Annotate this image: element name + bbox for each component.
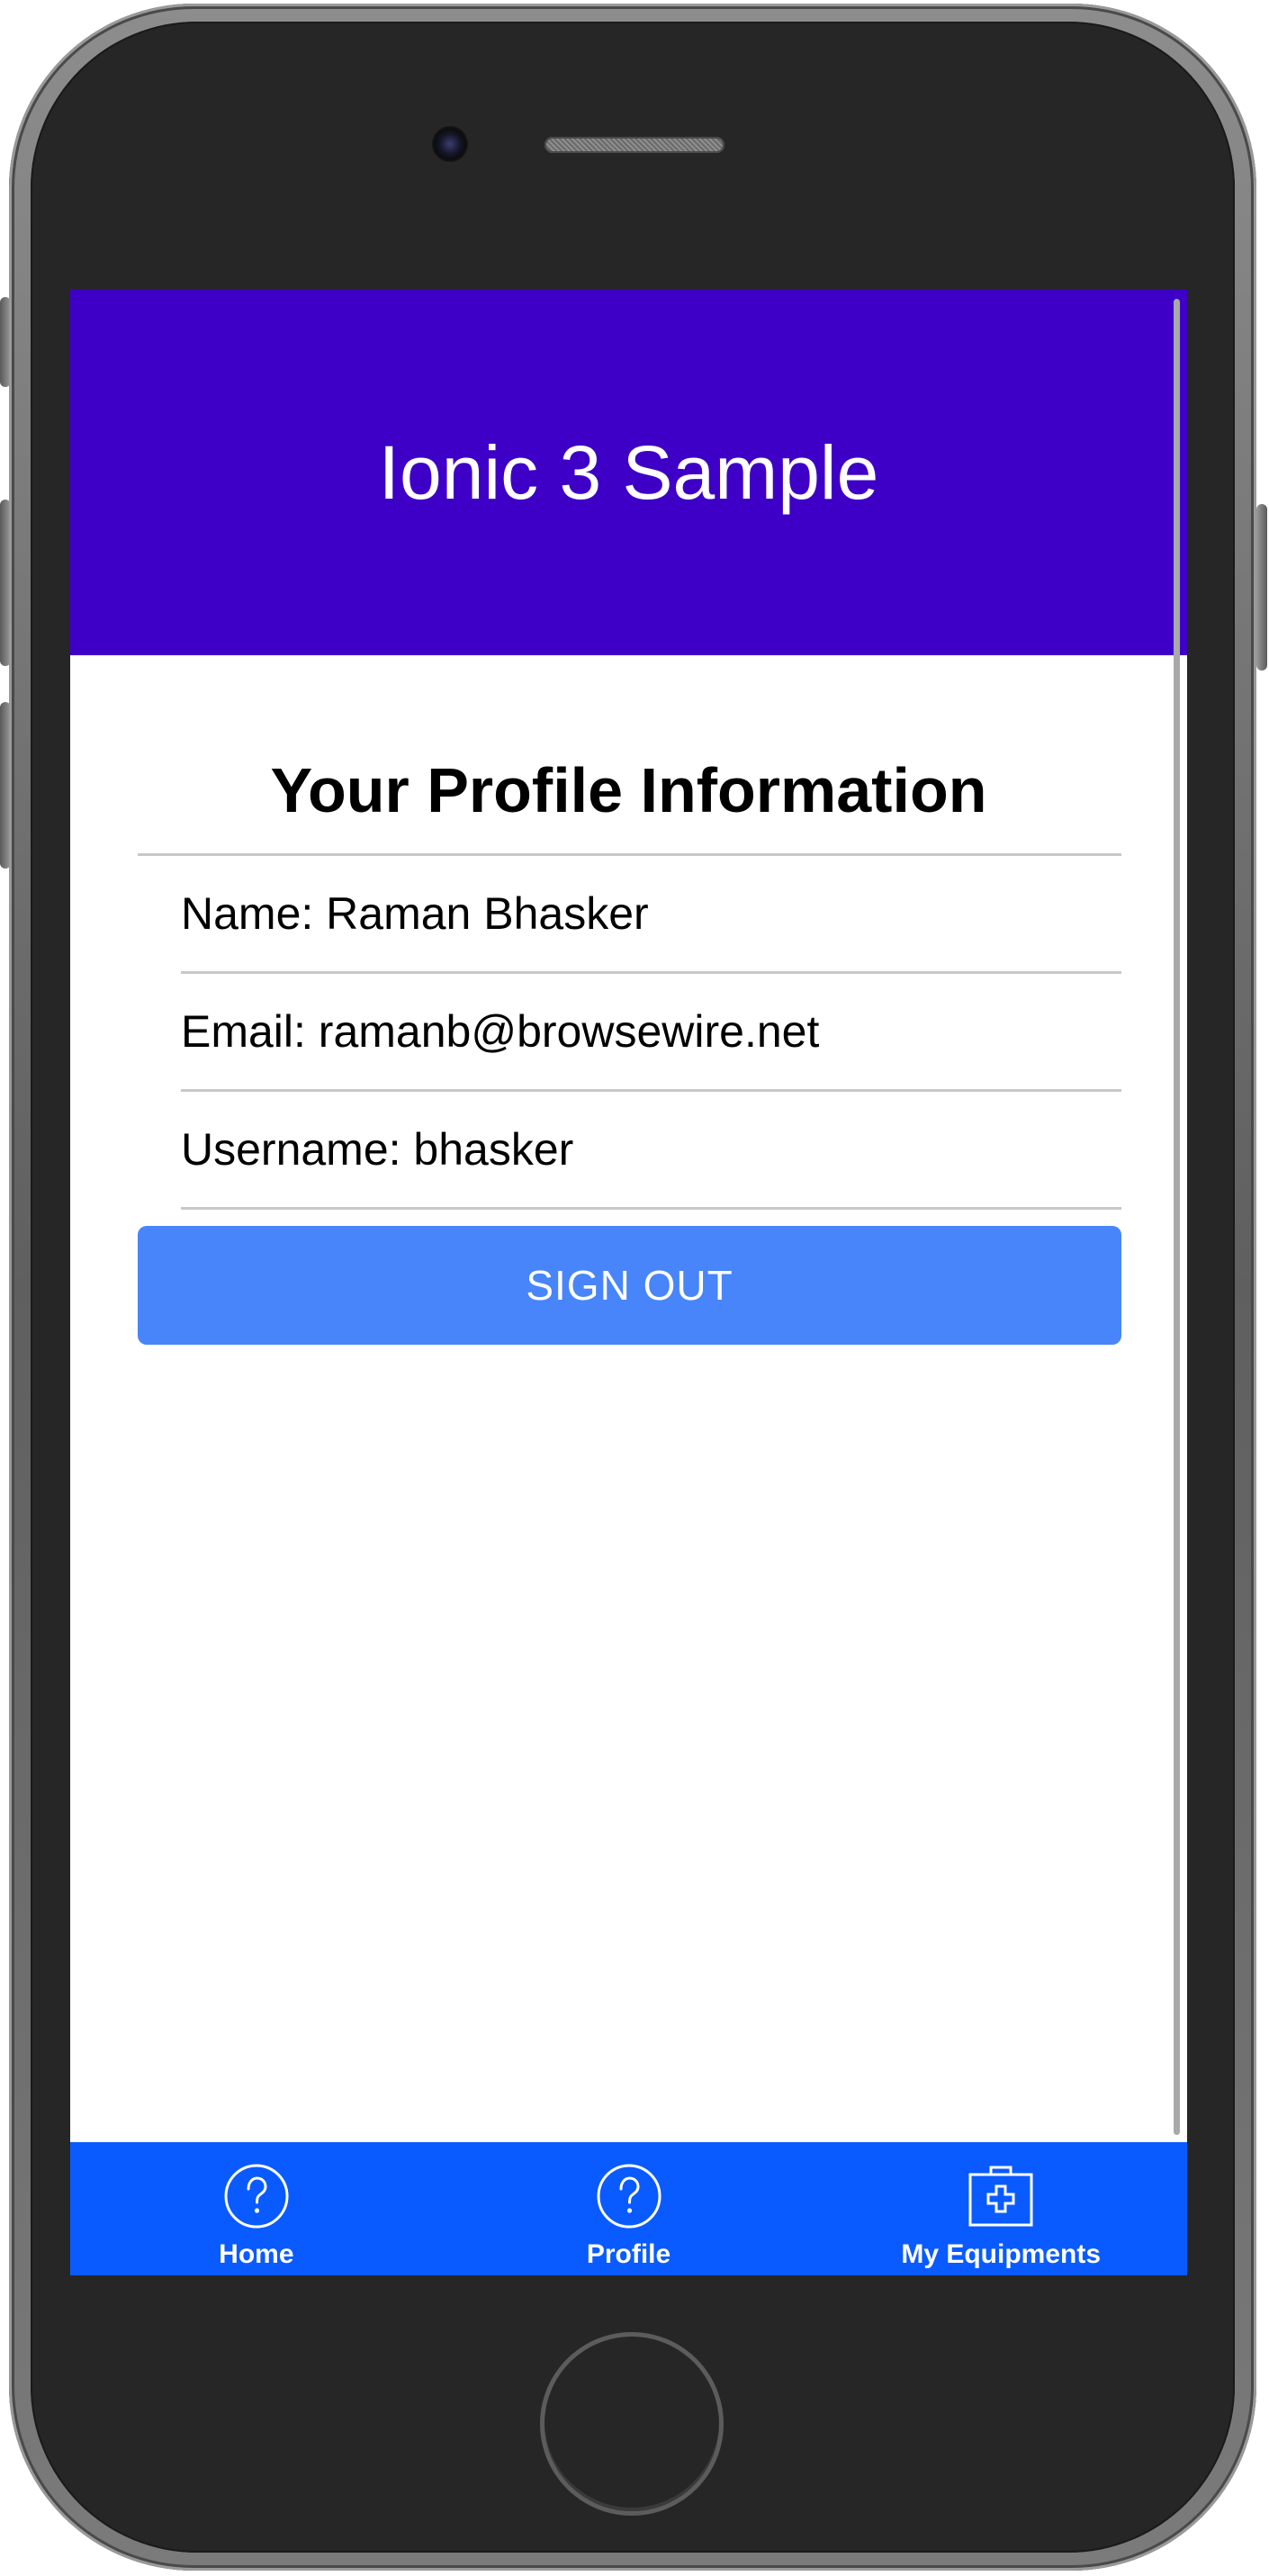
profile-username-text: Username: bhasker [181,1124,574,1175]
tab-bar: Home Profile My Equipments [70,2142,1187,2275]
tab-my-equipments-label: My Equipments [901,2239,1102,2269]
tab-profile[interactable]: Profile [443,2142,815,2275]
tab-profile-label: Profile [586,2239,671,2269]
app-screen: Ionic 3 Sample Your Profile Information … [70,290,1187,2275]
profile-name-text: Name: Raman Bhasker [181,888,649,939]
profile-name-item: Name: Raman Bhasker [181,856,1121,974]
home-button[interactable] [544,2337,719,2511]
tab-my-equipments[interactable]: My Equipments [814,2142,1187,2275]
power-button [1256,504,1267,671]
tab-home-label: Home [219,2239,294,2269]
profile-username-item: Username: bhasker [181,1092,1121,1210]
app-header: Ionic 3 Sample [70,290,1187,655]
front-camera [432,126,468,162]
tab-home[interactable]: Home [70,2142,443,2275]
help-circle-icon [224,2164,289,2229]
device-frame: Ionic 3 Sample Your Profile Information … [0,0,1269,2576]
sign-out-button[interactable]: SIGN OUT [138,1226,1121,1345]
profile-email-text: Email: ramanb@browsewire.net [181,1006,820,1057]
help-circle-icon [597,2164,661,2229]
earpiece-speaker [544,137,724,153]
scrollbar[interactable] [1174,299,1180,2135]
medkit-icon [968,2166,1033,2227]
app-title: Ionic 3 Sample [378,429,879,515]
profile-email-item: Email: ramanb@browsewire.net [181,974,1121,1092]
profile-heading: Your Profile Information [270,755,987,825]
